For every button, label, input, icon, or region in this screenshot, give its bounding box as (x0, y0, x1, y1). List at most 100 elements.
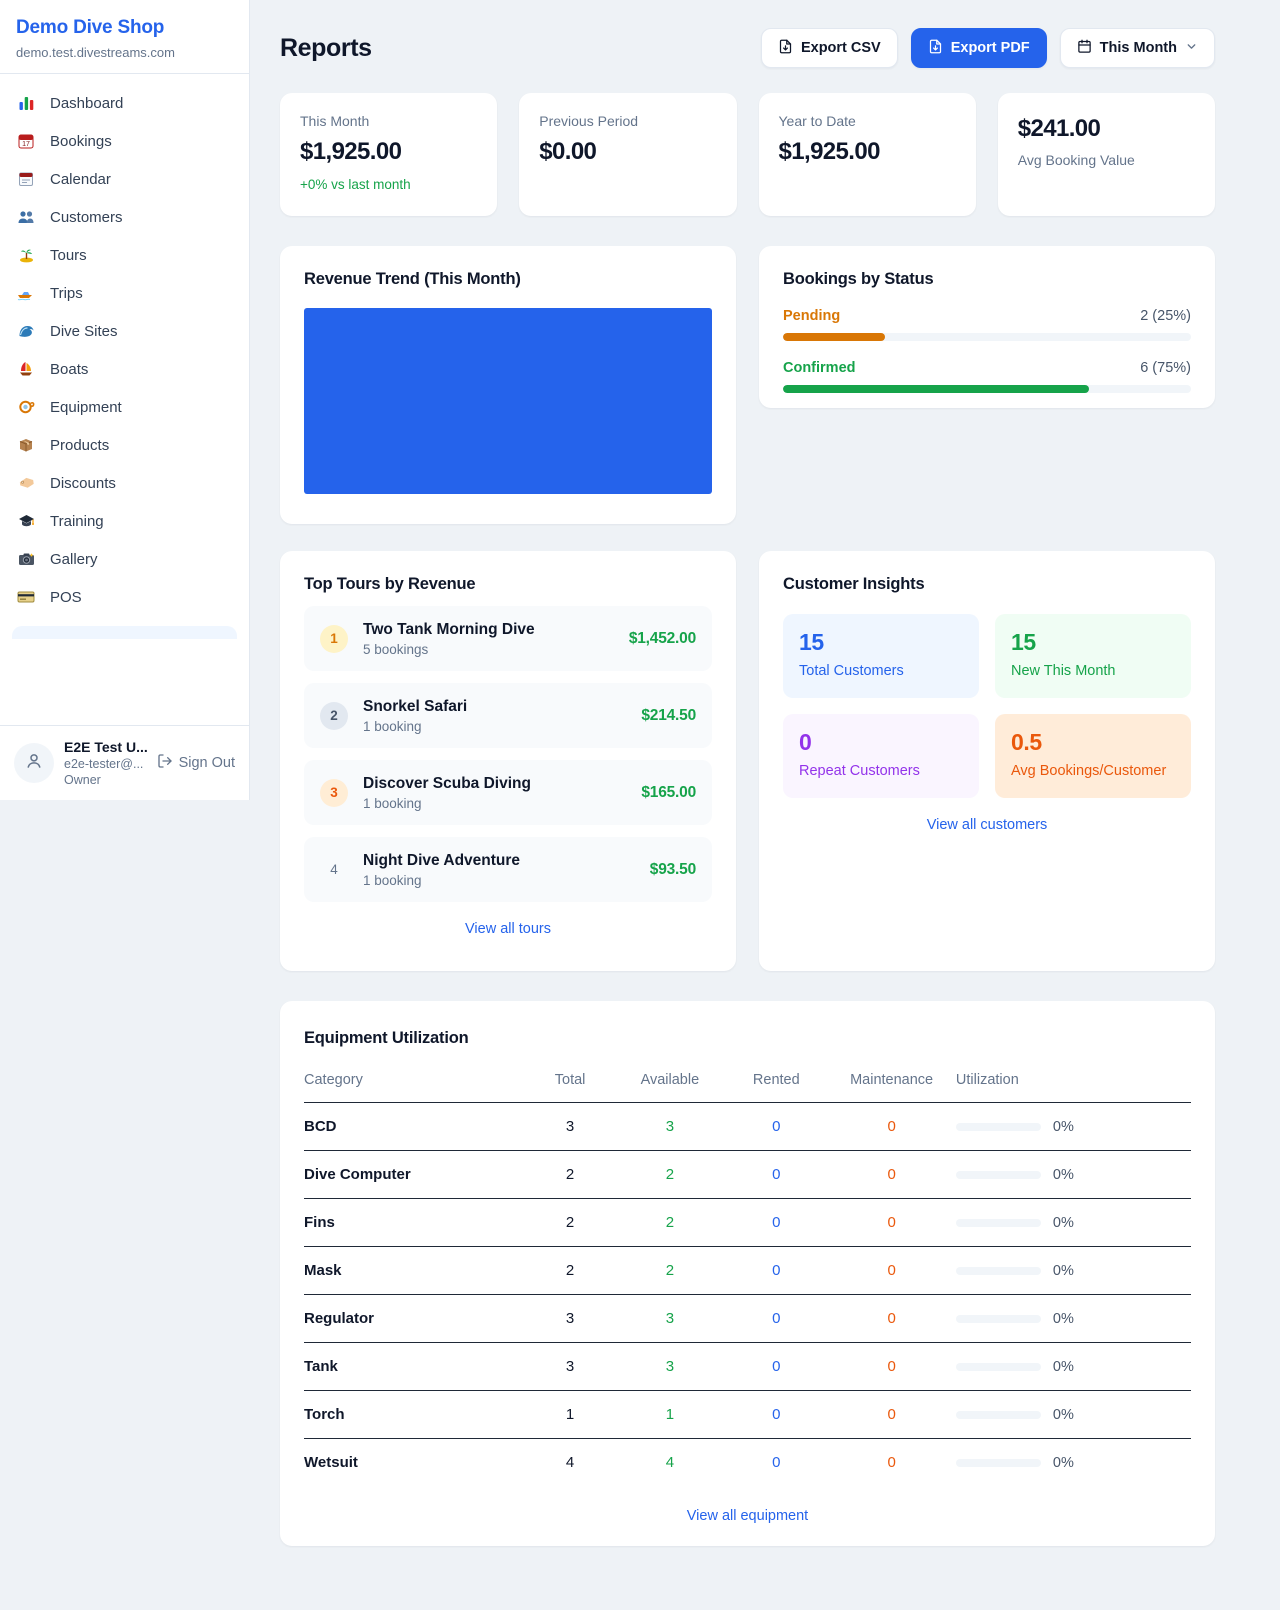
customer-insights-card: Customer Insights 15 Total Customers 15 … (759, 551, 1215, 971)
sidebar-item-label: Gallery (50, 551, 98, 568)
view-all-tours-link[interactable]: View all tours (304, 921, 712, 937)
tour-info: Night Dive Adventure 1 booking (363, 852, 520, 888)
tile-value: 0 (799, 729, 963, 756)
tile-repeat-customers: 0 Repeat Customers (783, 714, 979, 798)
utilization-pct: 0% (1053, 1455, 1074, 1471)
sidebar-item-label: Tours (50, 247, 87, 264)
utilization-cell: 0% (956, 1167, 1191, 1183)
cell-maintenance: 0 (827, 1103, 956, 1151)
export-pdf-button[interactable]: Export PDF (911, 28, 1047, 68)
file-download-icon (778, 39, 793, 58)
cell-maintenance: 0 (827, 1151, 956, 1199)
cell-category: Wetsuit (304, 1439, 526, 1487)
header-actions: Export CSV Export PDF This Month (761, 28, 1215, 68)
sidebar-item-pos[interactable]: POS (0, 578, 249, 616)
sidebar-item-calendar[interactable]: Calendar (0, 160, 249, 198)
column-header-rented: Rented (725, 1060, 827, 1103)
logout-icon (157, 753, 173, 773)
cell-rented: 0 (725, 1103, 827, 1151)
sidebar-item-gallery[interactable]: Gallery (0, 540, 249, 578)
stat-card-previous-period: Previous Period $0.00 (519, 93, 736, 216)
cell-total: 3 (526, 1295, 615, 1343)
tour-name: Snorkel Safari (363, 698, 467, 716)
sidebar-item-training[interactable]: Training (0, 502, 249, 540)
cell-available: 2 (614, 1199, 725, 1247)
tour-info: Snorkel Safari 1 booking (363, 698, 467, 734)
sidebar-item-reports-active-partial[interactable] (12, 626, 237, 639)
cell-category: Fins (304, 1199, 526, 1247)
sidebar-nav: Dashboard 17 Bookings Calendar Customers… (0, 74, 249, 639)
sidebar-item-label: Training (50, 513, 104, 530)
stat-delta: +0% vs last month (300, 177, 477, 192)
sidebar-item-label: Bookings (50, 133, 112, 150)
camera-icon (16, 550, 36, 568)
dive-mask-icon (16, 398, 36, 416)
sidebar-item-customers[interactable]: Customers (0, 198, 249, 236)
tour-row: 2 Snorkel Safari 1 booking $214.50 (304, 683, 712, 748)
tour-name: Night Dive Adventure (363, 852, 520, 870)
cell-maintenance: 0 (827, 1199, 956, 1247)
shop-domain: demo.test.divestreams.com (16, 45, 233, 60)
view-all-equipment-link[interactable]: View all equipment (304, 1508, 1191, 1524)
utilization-pct: 0% (1053, 1119, 1074, 1135)
user-email: e2e-tester@... (64, 757, 147, 771)
user-panel: E2E Test U... e2e-tester@... Owner Sign … (0, 725, 249, 800)
sidebar-item-discounts[interactable]: Discounts (0, 464, 249, 502)
view-all-customers-link[interactable]: View all customers (783, 817, 1191, 833)
sidebar-item-products[interactable]: Products (0, 426, 249, 464)
utilization-cell: 0% (956, 1407, 1191, 1423)
cell-category: Regulator (304, 1295, 526, 1343)
stat-card-avg-booking-value: $241.00 Avg Booking Value (998, 93, 1215, 216)
period-select[interactable]: This Month (1060, 28, 1215, 68)
sidebar-item-trips[interactable]: Trips (0, 274, 249, 312)
tour-name: Two Tank Morning Dive (363, 621, 535, 639)
utilization-pct: 0% (1053, 1167, 1074, 1183)
sidebar-item-boats[interactable]: Boats (0, 350, 249, 388)
export-csv-button[interactable]: Export CSV (761, 28, 898, 68)
insight-tiles: 15 Total Customers 15 New This Month 0 R… (783, 614, 1191, 798)
bookings-by-status-card: Bookings by Status Pending 2 (25%) Confi… (759, 246, 1215, 408)
cell-category: Dive Computer (304, 1151, 526, 1199)
sidebar-item-equipment[interactable]: Equipment (0, 388, 249, 426)
progress-fill (783, 385, 1089, 393)
cell-category: Tank (304, 1343, 526, 1391)
export-pdf-label: Export PDF (951, 40, 1030, 56)
page-header: Reports Export CSV Export PDF This Month (280, 0, 1215, 68)
utilization-bar (956, 1123, 1041, 1131)
sidebar-header: Demo Dive Shop demo.test.divestreams.com (0, 0, 249, 74)
equipment-utilization-card: Equipment Utilization Category Total Ava… (280, 1001, 1215, 1546)
revenue-trend-card: Revenue Trend (This Month) (280, 246, 736, 524)
sign-out-button[interactable]: Sign Out (157, 753, 235, 773)
cell-rented: 0 (725, 1295, 827, 1343)
column-header-total: Total (526, 1060, 615, 1103)
top-tours-title: Top Tours by Revenue (304, 575, 712, 594)
utilization-pct: 0% (1053, 1311, 1074, 1327)
status-row-confirmed: Confirmed 6 (75%) (783, 360, 1191, 393)
sidebar-item-dive-sites[interactable]: Dive Sites (0, 312, 249, 350)
file-download-icon (928, 39, 943, 58)
sidebar-item-label: Calendar (50, 171, 111, 188)
top-tours-card: Top Tours by Revenue 1 Two Tank Morning … (280, 551, 736, 971)
table-row: BCD 3 3 0 0 0% (304, 1103, 1191, 1151)
tile-total-customers: 15 Total Customers (783, 614, 979, 698)
utilization-bar (956, 1315, 1041, 1323)
table-row: Fins 2 2 0 0 0% (304, 1199, 1191, 1247)
calendar-pad-icon (16, 170, 36, 188)
cell-maintenance: 0 (827, 1391, 956, 1439)
sidebar-item-tours[interactable]: Tours (0, 236, 249, 274)
column-header-available: Available (614, 1060, 725, 1103)
utilization-pct: 0% (1053, 1263, 1074, 1279)
cell-available: 1 (614, 1391, 725, 1439)
tour-revenue: $1,452.00 (629, 630, 696, 648)
sidebar-item-dashboard[interactable]: Dashboard (0, 84, 249, 122)
reports-page: { "colors": { "accent": "#2563eb", "succ… (0, 0, 1280, 1610)
tile-avg-bookings: 0.5 Avg Bookings/Customer (995, 714, 1191, 798)
package-icon (16, 436, 36, 454)
sidebar-item-bookings[interactable]: 17 Bookings (0, 122, 249, 160)
tile-value: 15 (1011, 629, 1175, 656)
progress-track (783, 333, 1191, 341)
cell-available: 3 (614, 1103, 725, 1151)
utilization-cell: 0% (956, 1455, 1191, 1471)
status-label: Pending (783, 308, 840, 324)
person-icon (24, 751, 44, 776)
